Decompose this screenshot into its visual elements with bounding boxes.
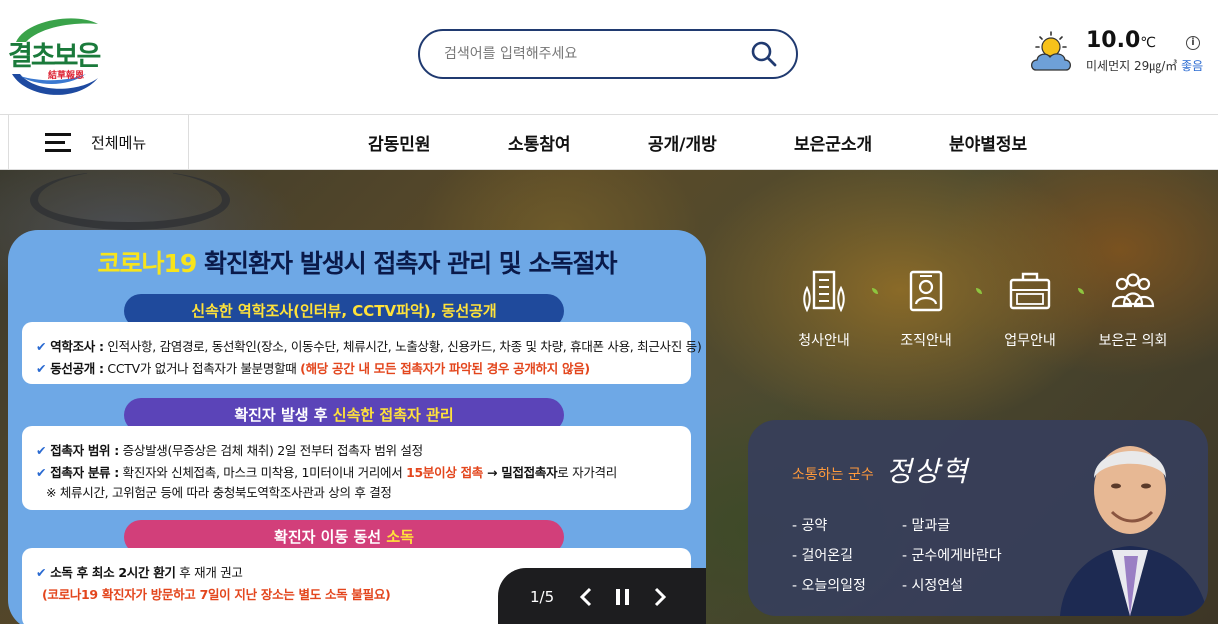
section2-line1: ✔ 접촉자 범위 : 증상발생(무증상은 검체 채취) 2일 전부터 접촉자 범위… [36,443,423,458]
all-menu-button[interactable]: 전체메뉴 [8,115,189,169]
section1-box: ✔ 역학조사 : 인적사항, 감염경로, 동선확인(장소, 이동수단, 체류시간,… [22,322,702,384]
notice-title-rest: 확진환자 발생시 접촉자 관리 및 소독절차 [196,249,618,278]
quick-link-label: 보은군 의회 [1098,333,1168,349]
logo-subtext: 結草報恩 [48,71,85,81]
quick-link-business[interactable]: 업무안내 [980,266,1080,350]
chevron-left-icon [579,587,592,607]
line-label: 접촉자 분류 : [50,465,119,480]
nav-item-disclosure[interactable]: 공개/개방 [648,130,717,155]
line-highlight: (해당 공간 내 모든 접촉자가 파악된 경우 공개하지 않음) [300,361,590,376]
covid-notice-banner[interactable]: 코로나19 확진환자 발생시 접촉자 관리 및 소독절차 신속한 역학조사(인터… [8,230,706,624]
main-nav: 전체메뉴 감동민원 소통참여 공개/개방 보은군소개 분야별정보 [0,114,1218,170]
quick-link-label: 청사안내 [798,333,850,349]
slider-controls: 1/5 [498,568,706,624]
pill-highlight: 신속한 접촉자 관리 [332,406,454,424]
chevron-right-icon [654,587,667,607]
line-arrow: → [482,465,502,480]
quick-link-council[interactable]: 보은군 의회 [1083,266,1183,350]
pill-highlight: 소독 [386,528,414,546]
link-label: 말과글 [911,518,951,534]
search-icon [751,41,777,67]
slide-counter: 1/5 [530,588,555,606]
next-slide-button[interactable] [646,584,672,610]
governor-portrait [1060,446,1208,616]
pause-slide-button[interactable] [610,584,636,610]
search-bar [418,29,798,79]
section2-line2: ✔ 접촉자 분류 : 확진자와 신체접촉, 마스크 미착용, 1미터이내 거리에서… [36,465,617,480]
governor-link-history[interactable]: - 걸어온길 [792,545,853,565]
line-text: 후 재개 권고 [175,565,243,580]
line-text: 확진자와 신체접촉, 마스크 미착용, 1미터이내 거리에서 [119,465,407,480]
link-label: 군수에게바란다 [911,548,1002,564]
line-highlight: 15분이상 접촉 [406,465,483,480]
site-logo[interactable]: 결초보은 結草報恩 [6,12,102,100]
governor-link-schedule[interactable]: - 오늘의일정 [792,575,866,595]
temperature-unit: ℃ [1140,35,1157,51]
governor-label: 소통하는 군수 [792,467,874,483]
weather-widget: 10.0℃ i 미세먼지 29㎍/㎥ 좋음 [1028,26,1218,86]
background-road [30,170,230,230]
section1-line1: ✔ 역학조사 : 인적사항, 감염경로, 동선확인(장소, 이동수단, 체류시간,… [36,339,702,354]
section2-box: ✔ 접촉자 범위 : 증상발생(무증상은 검체 채취) 2일 전부터 접촉자 범위… [22,426,691,510]
group-icon [1111,273,1155,308]
hamburger-icon [45,133,71,153]
link-label: 시정연설 [911,578,964,594]
dust-label: 미세먼지 29㎍/㎥ [1086,59,1178,73]
search-input[interactable] [444,43,734,65]
quick-link-label: 업무안내 [1004,333,1056,349]
pause-icon [616,589,629,605]
governor-link-pledge[interactable]: - 공약 [792,515,827,535]
governor-link-speeches[interactable]: - 말과글 [902,515,950,535]
dust-status: 좋음 [1181,59,1204,73]
governor-name: 정상혁 [886,455,970,488]
prev-slide-button[interactable] [574,584,600,610]
governor-link-address[interactable]: - 시정연설 [902,575,963,595]
link-label: 걸어온길 [801,548,854,564]
section1-line2: ✔ 동선공개 : CCTV가 없거나 접촉자가 불분명할때 (해당 공간 내 모든… [36,361,590,376]
fine-dust: 미세먼지 29㎍/㎥ 좋음 [1086,57,1203,74]
line-bold: 소독 후 최소 2시간 환기 [50,565,176,580]
line-tail: 로 자가격리 [557,465,617,480]
notice-title: 코로나19 확진환자 발생시 접촉자 관리 및 소독절차 [8,244,706,280]
line-text: 인적사항, 감염경로, 동선확인(장소, 이동수단, 체류시간, 노출상황, 신… [103,339,702,354]
line-label: 역학조사 : [50,339,104,354]
line-text: 증상발생(무증상은 검체 채취) 2일 전부터 접촉자 범위 설정 [119,443,423,458]
nav-item-civil[interactable]: 감동민원 [368,130,431,155]
quick-link-organization[interactable]: 조직안내 [876,266,976,350]
pill-text: 확진자 이동 동선 [274,528,387,546]
nav-item-participation[interactable]: 소통참여 [508,130,571,155]
line-label: 접촉자 범위 : [50,443,119,458]
pill-text: 확진자 발생 후 [234,406,333,424]
id-card-icon [909,270,943,312]
line-text: CCTV가 없거나 접촉자가 불분명할때 [103,361,301,376]
sun-cloud-icon [1030,31,1072,71]
governor-link-petition[interactable]: - 군수에게바란다 [902,545,1002,565]
quick-link-building[interactable]: 청사안내 [774,266,874,350]
building-icon [803,270,845,313]
all-menu-label: 전체메뉴 [91,134,147,152]
temperature: 10.0℃ [1086,28,1156,53]
temperature-value: 10.0 [1086,28,1141,53]
line-bold: 밀접접촉자 [501,465,558,480]
section2-line3: ※ 체류시간, 고위험군 등에 따라 충청북도역학조사관과 상의 후 결정 [46,485,392,500]
line-highlight: (코로나19 확진자가 방문하고 7일이 지난 장소는 별도 소독 불필요) [42,587,391,602]
search-button[interactable] [750,40,778,68]
quick-link-label: 조직안내 [900,333,952,349]
section3-line1: ✔ 소독 후 최소 2시간 환기 후 재개 권고 [36,565,243,580]
nav-item-about[interactable]: 보은군소개 [794,130,872,155]
notice-title-highlight: 코로나19 [97,249,197,278]
governor-card: 소통하는 군수 정상혁 - 공약 - 걸어온길 - 오늘의일정 - 말과글 - … [748,420,1208,616]
nav-item-field-info[interactable]: 분야별정보 [949,130,1027,155]
hero-visual: 코로나19 확진환자 발생시 접촉자 관리 및 소독절차 신속한 역학조사(인터… [0,170,1218,624]
site-header: 결초보은 結草報恩 10.0℃ i 미세먼지 29㎍/㎥ 좋음 [0,0,1218,114]
link-label: 오늘의일정 [801,578,866,594]
link-label: 공약 [801,518,828,534]
section3-line2: (코로나19 확진자가 방문하고 7일이 지난 장소는 별도 소독 불필요) [42,584,391,603]
info-icon[interactable]: i [1186,36,1200,50]
briefcase-icon [1009,272,1051,310]
line-label: 동선공개 : [50,361,104,376]
